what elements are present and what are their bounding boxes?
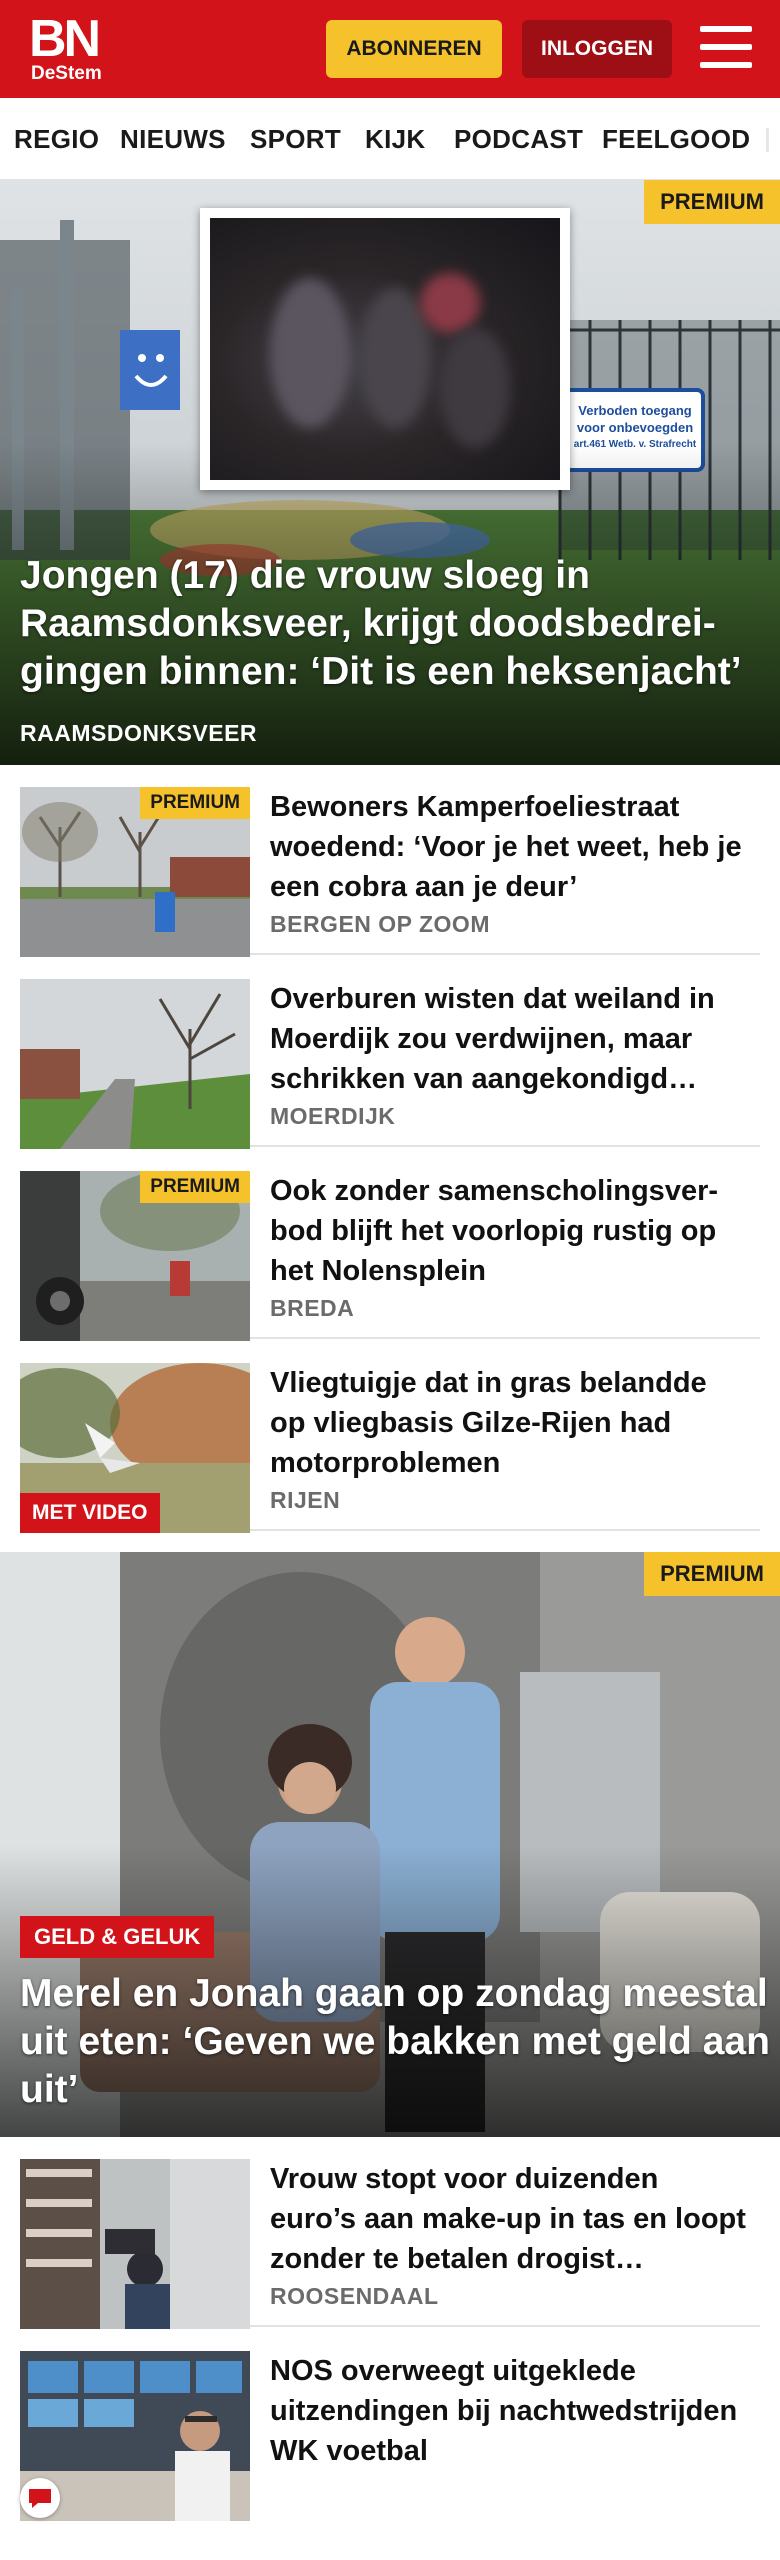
- thumb-store-image: [20, 2159, 250, 2329]
- article-location: MOERDIJK: [270, 1103, 396, 1129]
- login-button[interactable]: INLOGGEN: [522, 20, 672, 78]
- nav-item-sport[interactable]: SPORT: [250, 124, 341, 155]
- list-item[interactable]: Vrouw stopt voor duizenden euro’s aan ma…: [20, 2137, 760, 2329]
- premium-badge: PREMIUM: [140, 787, 250, 819]
- site-header: BN DeStem ABONNEREN INLOGGEN: [0, 0, 780, 98]
- subscribe-button[interactable]: ABONNEREN: [326, 20, 502, 78]
- list-item[interactable]: MET VIDEO Vliegtuigje dat in gras beland…: [20, 1341, 760, 1533]
- article-title[interactable]: Vrouw stopt voor duizenden euro’s aan ma…: [270, 2159, 750, 2279]
- article-location: BREDA: [270, 1295, 355, 1321]
- premium-badge: PREMIUM: [644, 180, 780, 224]
- sign-line-2: voor onbevoegden: [576, 420, 694, 435]
- article-title[interactable]: NOS overweegt uitgeklede uitzendingen bi…: [270, 2351, 750, 2471]
- article-thumbnail: MET VIDEO: [20, 1363, 250, 1533]
- feature-article[interactable]: PREMIUM GELD & GELUK Merel en Jonah gaan…: [0, 1552, 780, 2137]
- feedback-chat-icon[interactable]: [20, 2478, 60, 2518]
- article-thumbnail: [20, 2159, 250, 2329]
- nav-item-feelgood[interactable]: FEELGOOD: [602, 124, 750, 155]
- logo-destem-text: DeStem: [31, 63, 102, 84]
- hero-article[interactable]: Verboden toegang voor onbevoegden art.46…: [0, 180, 780, 765]
- sign-text: Verboden toegang voor onbevoegden art.46…: [571, 402, 699, 453]
- section-nav: REGIO NIEUWS SPORT KIJK PODCAST FEELGOOD: [0, 98, 780, 180]
- sign-line-3: art.461 Wetb. v. Strafrecht: [573, 439, 697, 450]
- article-thumbnail: [20, 979, 250, 1149]
- logo-bn-text: BN: [29, 10, 101, 68]
- article-title[interactable]: Overburen wisten dat weiland in Moerdijk…: [270, 979, 750, 1099]
- premium-badge: PREMIUM: [140, 1171, 250, 1203]
- list-item[interactable]: NOS overweegt uitgeklede uitzendingen bi…: [20, 2329, 760, 2521]
- article-title[interactable]: Bewoners Kamperfoeliestraat woedend: ‘Vo…: [270, 787, 750, 907]
- nav-item-kijk[interactable]: KIJK: [365, 124, 425, 155]
- article-thumbnail: PREMIUM: [20, 1171, 250, 1341]
- article-location: RIJEN: [270, 1487, 341, 1513]
- video-still-inset: [200, 208, 570, 490]
- article-location: BERGEN OP ZOOM: [270, 911, 490, 937]
- hero-location: RAAMSDONKSVEER: [20, 720, 258, 746]
- section-badge: GELD & GELUK: [20, 1916, 215, 1958]
- nav-item-podcast[interactable]: PODCAST: [454, 124, 583, 155]
- feature-title[interactable]: Merel en Jonah gaan op zondag meestal ui…: [20, 1970, 770, 2114]
- site-logo[interactable]: BN DeStem: [29, 10, 111, 84]
- article-location: ROOSENDAAL: [270, 2283, 439, 2309]
- list-item[interactable]: Overburen wisten dat weiland in Moerdijk…: [20, 957, 760, 1149]
- sign-line-1: Verboden toegang: [578, 403, 692, 418]
- nav-item-nieuws[interactable]: NIEUWS: [120, 124, 226, 155]
- article-title[interactable]: Vliegtuigje dat in gras belandde op vlie…: [270, 1363, 750, 1483]
- article-thumbnail: PREMIUM: [20, 787, 250, 957]
- nav-item-regio[interactable]: REGIO: [14, 124, 99, 155]
- thumb-field-image: [20, 979, 250, 1149]
- list-item[interactable]: PREMIUM Bewoners Kamperfoeliestraat woed…: [20, 765, 760, 957]
- premium-badge: PREMIUM: [644, 1552, 780, 1596]
- nav-fade: [756, 98, 780, 179]
- article-title[interactable]: Ook zonder samenscholingsver­bod blijft …: [270, 1171, 750, 1291]
- hero-title[interactable]: Jongen (17) die vrouw sloeg in Raamsdonk…: [20, 552, 770, 696]
- list-item[interactable]: PREMIUM Ook zonder samenscholingsver­bod…: [20, 1149, 760, 1341]
- chat-bubble-icon: [29, 2489, 51, 2508]
- hamburger-menu-icon[interactable]: [700, 26, 752, 70]
- video-badge: MET VIDEO: [20, 1493, 160, 1533]
